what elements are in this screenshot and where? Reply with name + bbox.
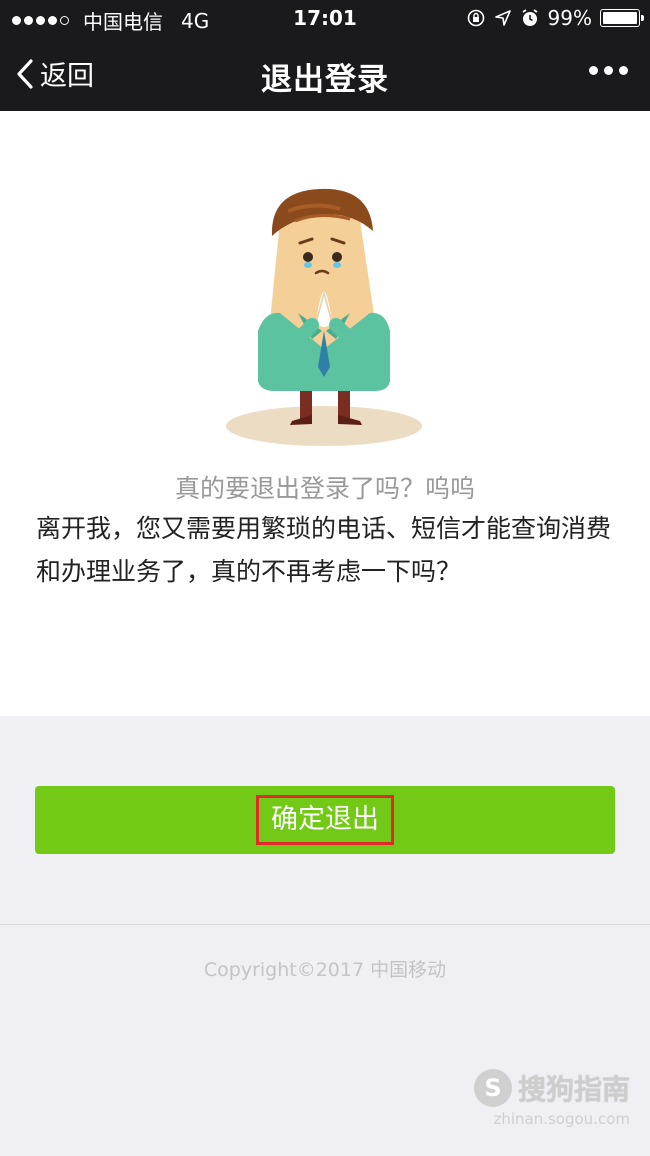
content-card: 真的要退出登录了吗？呜呜 离开我，您又需要用繁琐的电话、短信才能查询消费和办理业… — [0, 111, 650, 716]
divider — [0, 924, 650, 925]
status-bar: 中国电信 4G 17:01 99% — [0, 0, 650, 36]
watermark-name: 搜狗指南 — [517, 1073, 630, 1106]
watermark-top: S 搜狗指南 — [473, 1068, 630, 1108]
watermark: S 搜狗指南 zhinan.sogou.com — [473, 1068, 630, 1128]
navigation-bar: 返回 退出登录 — [0, 36, 650, 111]
status-right: 99% — [466, 6, 644, 30]
body-text: 离开我，您又需要用繁琐的电话、短信才能查询消费和办理业务了，真的不再考虑一下吗？ — [36, 514, 612, 586]
sad-man-illustration — [226, 188, 422, 446]
confirm-logout-label: 确定退出 — [256, 795, 394, 845]
app-screen: 中国电信 4G 17:01 99% 返回 退出登录 真的要退出登录了吗？呜呜 离… — [0, 0, 650, 1156]
alarm-icon — [522, 9, 538, 26]
sogou-logo-icon: S — [473, 1069, 512, 1107]
location-icon — [494, 10, 511, 26]
subtitle: 真的要退出登录了吗？呜呜 — [174, 474, 475, 503]
battery-percent: 99% — [547, 6, 592, 30]
battery-icon — [600, 9, 644, 27]
confirm-logout-button[interactable]: 确定退出 — [35, 786, 615, 854]
battery-fill — [603, 12, 637, 24]
page-title: 退出登录 — [261, 62, 389, 98]
copyright-text: Copyright©2017 中国移动 — [203, 959, 447, 981]
watermark-url: zhinan.sogou.com — [493, 1110, 630, 1128]
rotation-lock-icon — [467, 9, 484, 27]
more-icon[interactable] — [589, 66, 628, 75]
